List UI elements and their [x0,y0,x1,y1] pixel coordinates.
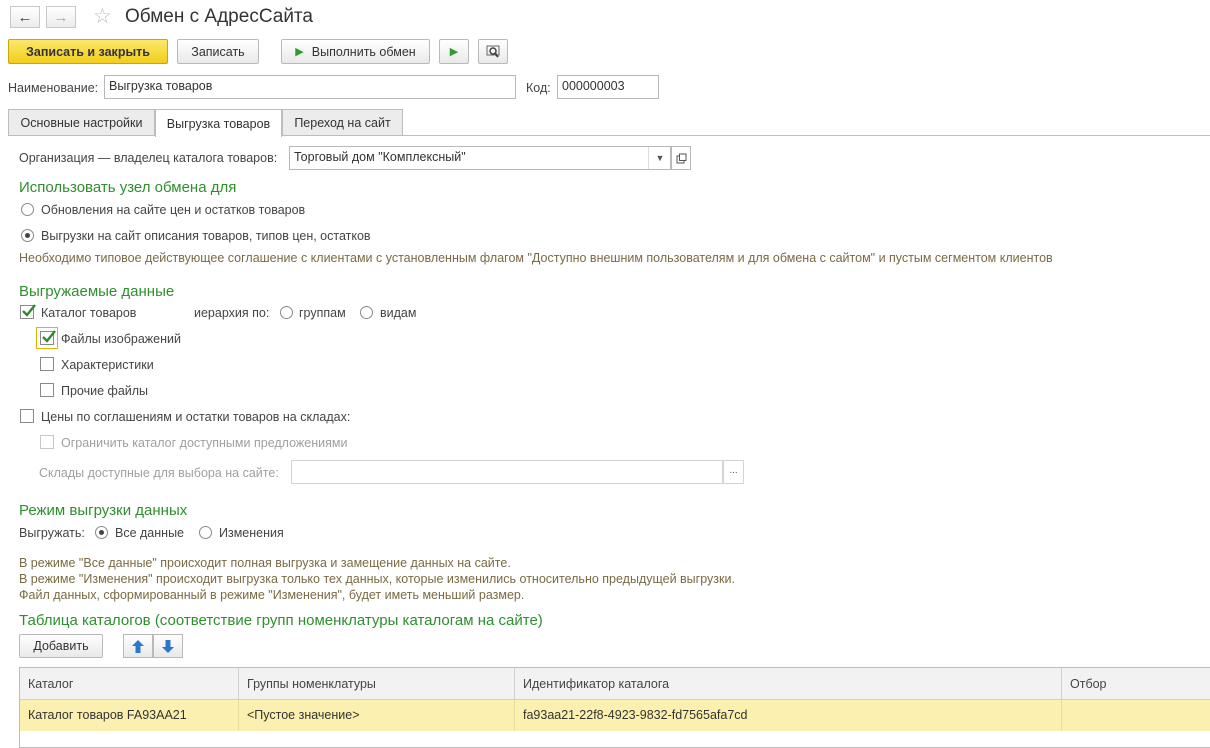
radio-export-descriptions[interactable] [21,229,34,242]
radio-all-data-label: Все данные [115,526,185,540]
magnifier-icon [486,45,500,58]
agreement-note: Необходимо типовое действующее соглашени… [19,251,1053,265]
images-label: Файлы изображений [61,332,181,346]
radio-changes-label: Изменения [219,526,284,540]
radio-export-descriptions-label: Выгрузки на сайт описания товаров, типов… [41,229,371,243]
characteristics-checkbox[interactable] [40,357,54,371]
limit-catalog-checkbox[interactable] [40,435,54,449]
catalog-label: Каталог товаров [41,306,137,320]
limit-catalog-label: Ограничить каталог доступными предложени… [61,436,348,450]
table-cell-identifier[interactable]: fa93aa21-22f8-4923-9832-fd7565afa7cd [515,700,1062,731]
name-label: Наименование: [8,81,99,95]
forward-button[interactable]: → [46,6,76,28]
code-label: Код: [526,81,551,95]
radio-hierarchy-kinds-label: видам [380,306,417,320]
arrow-down-icon [162,639,174,653]
move-down-button[interactable] [153,634,183,658]
radio-hierarchy-groups[interactable] [280,306,293,319]
mode-note-line2: В режиме "Изменения" происходит выгрузка… [19,572,735,586]
mode-title: Режим выгрузки данных [19,502,188,519]
characteristics-label: Характеристики [61,358,154,372]
window-title: Обмен с АдресСайта [125,6,313,27]
column-header-identifier[interactable]: Идентификатор каталога [515,668,1062,700]
run-exchange-label: Выполнить обмен [311,44,416,59]
add-button[interactable]: Добавить [19,634,103,658]
run-exchange-button[interactable]: ▶ Выполнить обмен [281,39,430,64]
use-node-title: Использовать узел обмена для [19,179,237,196]
images-checkbox[interactable] [40,330,56,345]
table-cell-filter[interactable] [1062,700,1210,731]
organization-open-button[interactable] [671,146,691,170]
catalog-checkbox[interactable] [20,304,36,319]
chevron-down-icon: ▼ [655,153,665,163]
name-field[interactable]: Выгрузка товаров [104,75,516,99]
code-field[interactable]: 000000003 [557,75,659,99]
column-header-filter[interactable]: Отбор [1062,668,1210,700]
tab-goods-export[interactable]: Выгрузка товаров [155,109,282,137]
mode-note-line3: Файл данных, сформированный в режиме "Из… [19,588,525,602]
organization-field[interactable]: Торговый дом "Комплексный" [289,146,671,170]
warehouses-field[interactable] [291,460,723,484]
tab-go-to-site[interactable]: Переход на сайт [282,109,403,136]
hierarchy-label: иерархия по: [194,306,270,320]
arrow-up-icon [132,639,144,653]
column-header-groups[interactable]: Группы номенклатуры [239,668,515,700]
play-icon: ▶ [295,46,304,58]
favorite-star-icon[interactable]: ☆ [93,4,112,29]
mode-note-line1: В режиме "Все данные" происходит полная … [19,556,511,570]
radio-changes[interactable] [199,526,212,539]
radio-hierarchy-groups-label: группам [299,306,346,320]
checkmark-icon [22,304,36,317]
warehouses-label: Склады доступные для выбора на сайте: [39,466,279,480]
table-cell-groups[interactable]: <Пустое значение> [239,700,515,731]
save-and-close-button[interactable]: Записать и закрыть [8,39,168,64]
radio-update-prices-label: Обновления на сайте цен и остатков товар… [41,203,306,217]
radio-update-prices[interactable] [21,203,34,216]
warehouses-select-button[interactable]: ... [723,460,744,484]
checkmark-icon [42,330,56,343]
organization-dropdown-button[interactable]: ▼ [648,147,671,169]
catalog-table: Каталог Группы номенклатуры Идентификато… [19,667,1210,748]
organization-label: Организация — владелец каталога товаров: [19,151,278,165]
export-mode-label: Выгружать: [19,526,85,540]
open-window-icon [676,153,686,163]
back-button[interactable]: ← [10,6,40,28]
arrow-right-icon: → [53,8,69,26]
other-files-checkbox[interactable] [40,383,54,397]
move-up-button[interactable] [123,634,153,658]
run-button[interactable]: ▶ [439,39,469,64]
other-files-label: Прочие файлы [61,384,149,398]
tab-main-settings[interactable]: Основные настройки [8,109,155,136]
column-header-catalog[interactable]: Каталог [20,668,239,700]
arrow-left-icon: ← [17,8,33,26]
radio-all-data[interactable] [95,526,108,539]
prices-checkbox[interactable] [20,409,34,423]
save-button[interactable]: Записать [177,39,259,64]
radio-hierarchy-kinds[interactable] [360,306,373,319]
catalog-table-title: Таблица каталогов (соответствие групп но… [19,612,543,629]
prices-label: Цены по соглашениям и остатки товаров на… [41,410,351,424]
play-icon: ▶ [449,46,459,58]
exported-data-title: Выгружаемые данные [19,283,175,300]
search-button[interactable] [478,39,508,64]
table-cell-catalog[interactable]: Каталог товаров FA93AA21 [20,700,239,731]
